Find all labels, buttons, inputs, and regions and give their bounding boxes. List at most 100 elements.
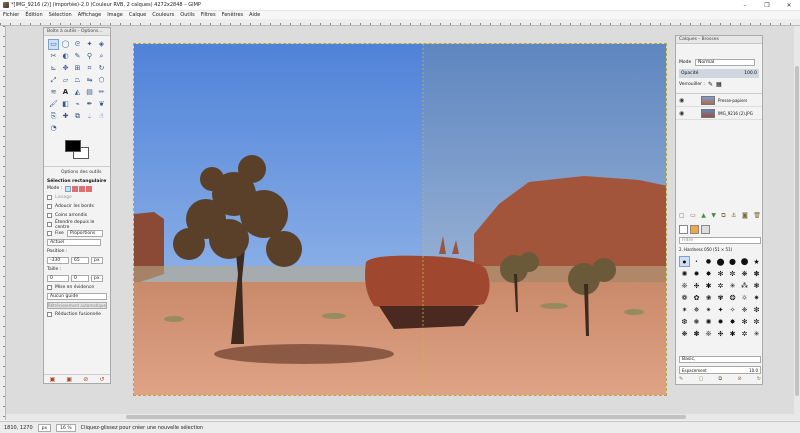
reset-options-icon[interactable]: ↺ bbox=[99, 376, 104, 383]
opacity-row[interactable]: Opacité 100.0 bbox=[679, 69, 759, 78]
brush-item[interactable]: ❁ bbox=[679, 292, 690, 303]
brush-filter-input[interactable]: Filtre bbox=[679, 237, 761, 244]
menu-filtres[interactable]: Filtres bbox=[201, 12, 216, 18]
brush-item[interactable]: ❇ bbox=[751, 304, 762, 315]
new-group-icon[interactable]: ▭ bbox=[690, 212, 696, 220]
auto-shrink-button[interactable]: Rétrécissement automatique bbox=[47, 302, 107, 309]
brush-item[interactable]: ❀ bbox=[703, 292, 714, 303]
brush-item[interactable]: ❆ bbox=[679, 316, 690, 327]
brush-item[interactable]: ✿ bbox=[691, 292, 702, 303]
lower-layer-icon[interactable]: ▼ bbox=[711, 212, 716, 220]
bucket-fill-icon[interactable]: ◭ bbox=[72, 87, 83, 98]
brush-item[interactable]: ❈ bbox=[739, 304, 750, 315]
move-icon[interactable]: ✥ bbox=[60, 63, 71, 74]
minimize-button[interactable]: – bbox=[734, 0, 756, 11]
foreground-color-swatch[interactable] bbox=[65, 140, 81, 152]
brush-item[interactable]: ❋ bbox=[679, 328, 690, 339]
ellipse-select-icon[interactable]: ◯ bbox=[60, 39, 71, 50]
fixe-checkbox[interactable] bbox=[47, 231, 52, 236]
adoucir-option[interactable]: Adoucir les bords bbox=[47, 202, 107, 211]
reduction-option[interactable]: Réduction fusionnée bbox=[47, 310, 107, 319]
duplicate-layer-icon[interactable]: ⧉ bbox=[721, 212, 725, 220]
crop-icon[interactable]: ⌗ bbox=[84, 63, 95, 74]
brush-item[interactable]: ☼ bbox=[739, 292, 750, 303]
brush-item[interactable]: ✾ bbox=[715, 292, 726, 303]
menu-fenetres[interactable]: Fenêtres bbox=[222, 12, 244, 18]
heal-icon[interactable]: ✚ bbox=[60, 111, 71, 122]
menu-calque[interactable]: Calque bbox=[129, 12, 146, 18]
menu-selection[interactable]: Sélection bbox=[49, 12, 72, 18]
perspective-clone-icon[interactable]: ⧉ bbox=[72, 111, 83, 122]
brush-item[interactable]: ● bbox=[679, 256, 690, 267]
etendre-option[interactable]: Étendre depuis le centre bbox=[47, 220, 107, 230]
mode-add-icon[interactable] bbox=[72, 185, 79, 192]
brush-item[interactable]: ✵ bbox=[691, 304, 702, 315]
rect-select-icon[interactable]: ▭ bbox=[48, 39, 59, 50]
menu-couleurs[interactable]: Couleurs bbox=[152, 12, 174, 18]
zoom-select[interactable]: 16 % bbox=[56, 423, 76, 432]
brush-item[interactable]: ✴ bbox=[703, 304, 714, 315]
brush-item[interactable]: ✻ bbox=[739, 316, 750, 327]
close-button[interactable]: ✕ bbox=[778, 0, 800, 11]
patterns-tab-icon[interactable] bbox=[690, 225, 699, 234]
taille-unit-select[interactable]: px bbox=[91, 275, 103, 282]
brush-item[interactable]: ✽ bbox=[691, 328, 702, 339]
brush-item[interactable]: ✽ bbox=[751, 268, 762, 279]
guide-select[interactable]: Aucun guide bbox=[47, 293, 107, 300]
align-icon[interactable]: ⊞ bbox=[72, 63, 83, 74]
brush-item[interactable]: ✶ bbox=[679, 304, 690, 315]
position-unit-select[interactable]: px bbox=[91, 257, 103, 264]
refresh-brushes-icon[interactable]: ↻ bbox=[757, 376, 761, 382]
gradients-tab-icon[interactable] bbox=[701, 225, 710, 234]
reduction-checkbox[interactable] bbox=[47, 312, 52, 317]
vertical-scroll-thumb[interactable] bbox=[795, 66, 799, 396]
layer-row[interactable]: ◉ IMG_9216 (2).JPG bbox=[676, 107, 762, 120]
delete-layer-icon[interactable]: 🗑︎ bbox=[753, 212, 761, 220]
delete-brush-icon[interactable]: ⊘ bbox=[737, 376, 741, 382]
mode-replace-icon[interactable] bbox=[65, 185, 72, 192]
pencil-icon[interactable]: ✏ bbox=[96, 87, 107, 98]
horizontal-scroll-thumb[interactable] bbox=[126, 415, 686, 419]
lock-pixels-icon[interactable]: ✎ bbox=[708, 81, 713, 88]
flip-icon[interactable]: ⇋ bbox=[84, 75, 95, 86]
brush-tag-input[interactable]: Basic, bbox=[679, 356, 761, 363]
mode-intersect-icon[interactable] bbox=[86, 185, 93, 192]
brush-item[interactable]: ❊ bbox=[703, 328, 714, 339]
brush-item[interactable]: ✦ bbox=[715, 304, 726, 315]
brush-item[interactable]: ✹ bbox=[715, 316, 726, 327]
text-icon[interactable]: A bbox=[60, 87, 71, 98]
brush-item[interactable]: ❃ bbox=[751, 280, 762, 291]
menu-fichier[interactable]: Fichier bbox=[3, 12, 19, 18]
smudge-icon[interactable]: ☝ bbox=[96, 111, 107, 122]
brush-item[interactable]: ❊ bbox=[679, 280, 690, 291]
ink-icon[interactable]: ✒ bbox=[84, 99, 95, 110]
tool-options-tab[interactable]: Options des outils bbox=[47, 169, 107, 177]
spacing-row[interactable]: Espacement 10.0 bbox=[679, 366, 761, 374]
warp-icon[interactable]: ≋ bbox=[48, 87, 59, 98]
eye-icon[interactable]: ◉ bbox=[679, 97, 687, 104]
restore-options-icon[interactable]: ▣ bbox=[66, 376, 72, 383]
scissors-icon[interactable]: ✂ bbox=[48, 51, 59, 62]
mask-layer-icon[interactable]: ◙ bbox=[742, 212, 748, 220]
brush-item[interactable]: ✺ bbox=[679, 268, 690, 279]
raise-layer-icon[interactable]: ▲ bbox=[701, 212, 706, 220]
brush-item[interactable]: ✳ bbox=[751, 328, 762, 339]
brush-item[interactable]: ✳ bbox=[727, 280, 738, 291]
brush-item[interactable]: ✺ bbox=[703, 316, 714, 327]
menu-affichage[interactable]: Affichage bbox=[78, 12, 102, 18]
brush-item[interactable]: ✱ bbox=[727, 328, 738, 339]
layers-panel-title[interactable]: Calques - Brosses bbox=[676, 36, 762, 44]
vertical-scrollbar[interactable] bbox=[794, 26, 800, 420]
lissage-checkbox[interactable] bbox=[47, 195, 52, 200]
brush-item[interactable]: ✸ bbox=[727, 316, 738, 327]
brush-item[interactable]: ✱ bbox=[703, 280, 714, 291]
mypaint-icon[interactable]: ❦ bbox=[96, 99, 107, 110]
shear-icon[interactable]: ▱ bbox=[60, 75, 71, 86]
scale-icon[interactable]: ⤢ bbox=[48, 75, 59, 86]
lissage-option[interactable]: Lissage bbox=[47, 193, 107, 202]
brush-item[interactable]: ● bbox=[703, 256, 714, 267]
menu-aide[interactable]: Aide bbox=[249, 12, 260, 18]
brush-item[interactable]: ★ bbox=[751, 256, 762, 267]
brush-item[interactable]: ✼ bbox=[751, 316, 762, 327]
duplicate-brush-icon[interactable]: ⧉ bbox=[718, 376, 722, 382]
